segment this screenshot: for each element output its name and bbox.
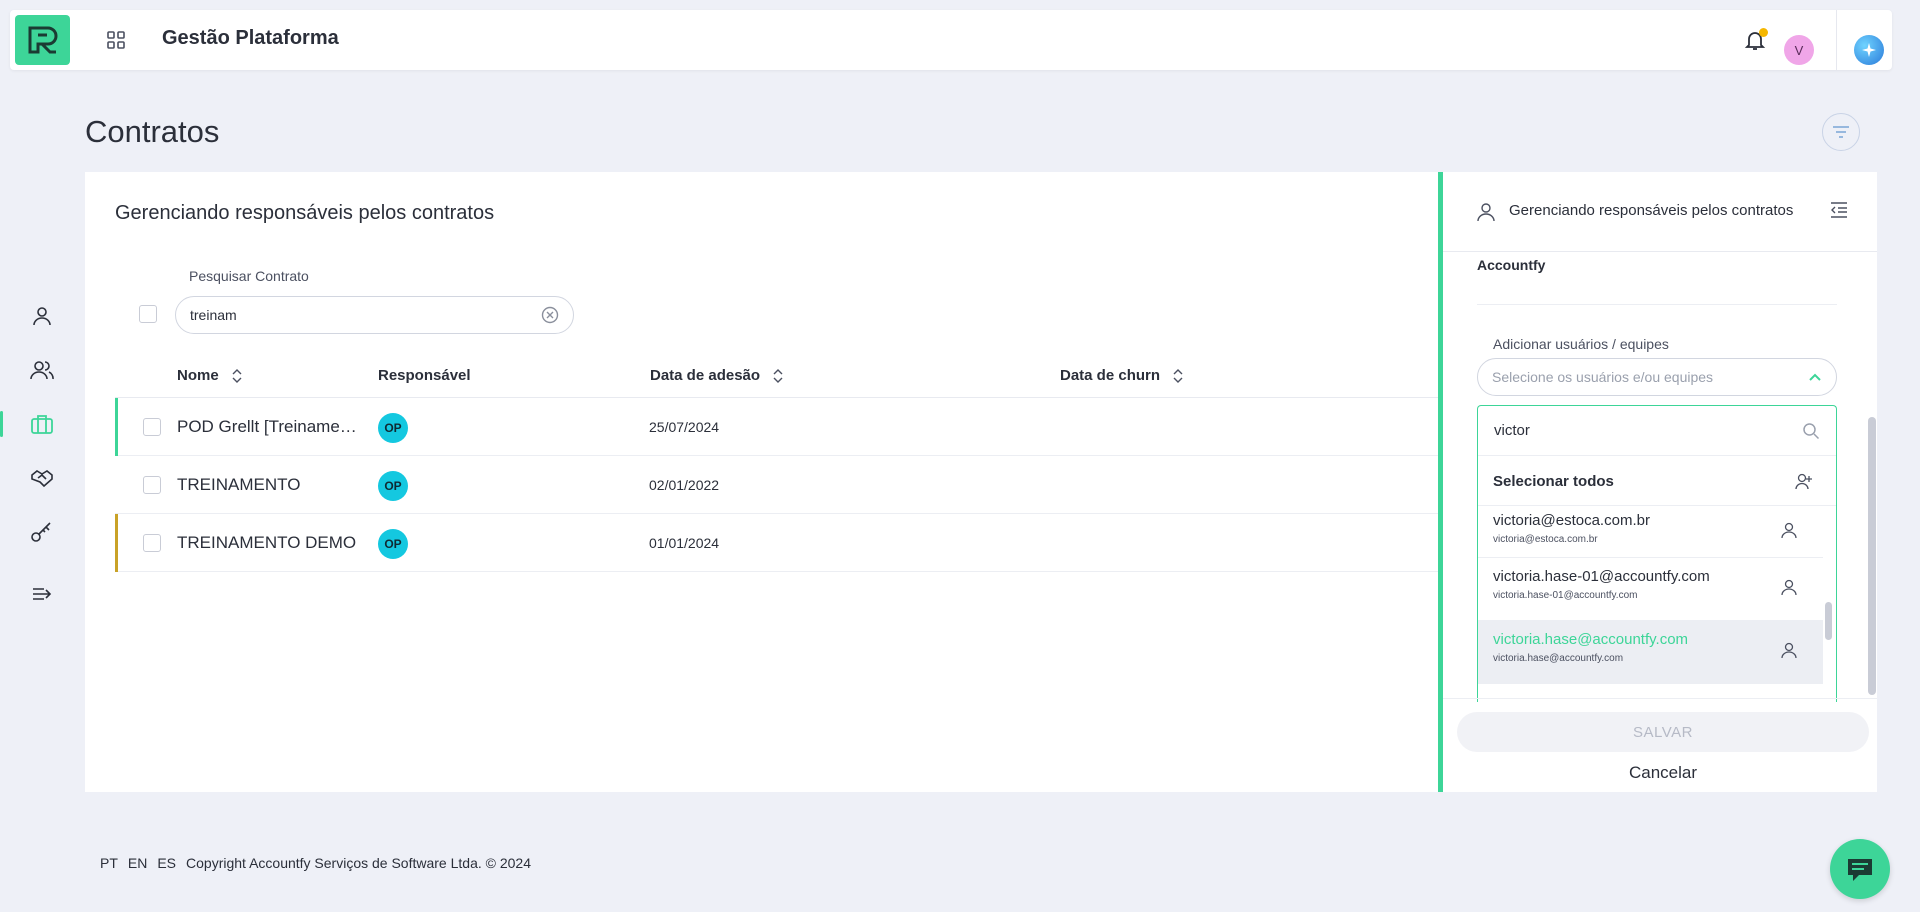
footer: PT EN ES Copyright Accountfy Serviços de… bbox=[100, 855, 531, 871]
user-email-sub: victoria.hase@accountfy.com bbox=[1493, 653, 1624, 664]
search-label: Pesquisar Contrato bbox=[189, 268, 309, 284]
panel-header: Gerenciando responsáveis pelos contratos bbox=[1443, 172, 1877, 252]
select-all-checkbox[interactable] bbox=[139, 305, 157, 323]
column-header-data-churn[interactable]: Data de churn bbox=[1060, 367, 1184, 384]
expand-menu-icon[interactable] bbox=[28, 580, 56, 608]
table-row[interactable]: TREINAMENTO OP 02/01/2022 bbox=[115, 456, 1470, 514]
filter-icon bbox=[1833, 126, 1849, 138]
divider bbox=[1836, 10, 1837, 70]
column-header-label: Data de churn bbox=[1060, 367, 1161, 384]
user-email: victoria.hase-01@accountfy.com bbox=[1493, 568, 1710, 585]
contract-name[interactable]: TREINAMENTO DEMO bbox=[177, 533, 356, 553]
logo-icon[interactable] bbox=[15, 15, 70, 65]
contract-name[interactable]: TREINAMENTO bbox=[177, 475, 300, 495]
lang-en[interactable]: EN bbox=[128, 855, 147, 871]
copyright: Copyright Accountfy Serviços de Software… bbox=[186, 855, 531, 871]
column-header-nome[interactable]: Nome bbox=[177, 367, 243, 384]
collapse-panel-icon[interactable] bbox=[1829, 200, 1849, 220]
select-all-row[interactable]: Selecionar todos bbox=[1478, 456, 1836, 506]
user-icon bbox=[1781, 642, 1797, 659]
user-email: victoria.hase@accountfy.com bbox=[1493, 631, 1689, 648]
cancel-button[interactable]: Cancelar bbox=[1457, 758, 1869, 788]
company-name: Accountfy bbox=[1477, 257, 1546, 273]
user-email: victoria@estoca.com.br bbox=[1493, 512, 1650, 529]
panel-title: Gerenciando responsáveis pelos contratos bbox=[1509, 202, 1794, 219]
row-status-bar bbox=[115, 398, 118, 456]
apps-grid-icon[interactable] bbox=[106, 30, 126, 50]
top-bar: Gestão Plataforma V bbox=[10, 10, 1892, 70]
users-teams-select[interactable]: Selecione os usuários e/ou equipes bbox=[1477, 358, 1837, 396]
chat-button[interactable] bbox=[1830, 839, 1890, 899]
filter-button[interactable] bbox=[1822, 113, 1860, 151]
briefcase-icon[interactable] bbox=[28, 410, 56, 438]
search-icon bbox=[1803, 422, 1820, 439]
page-title: Contratos bbox=[85, 114, 220, 149]
row-checkbox[interactable] bbox=[143, 534, 161, 552]
select-placeholder: Selecione os usuários e/ou equipes bbox=[1492, 369, 1714, 385]
card-title: Gerenciando responsáveis pelos contratos bbox=[115, 202, 495, 224]
ai-sparkle-icon[interactable] bbox=[1854, 35, 1884, 65]
app-title: Gestão Plataforma bbox=[162, 27, 339, 49]
column-header-label: Responsável bbox=[378, 367, 471, 384]
user-avatar[interactable]: V bbox=[1784, 35, 1814, 65]
row-checkbox[interactable] bbox=[143, 418, 161, 436]
select-all-label[interactable]: Selecionar todos bbox=[1493, 473, 1614, 490]
user-icon bbox=[1477, 203, 1495, 222]
dropdown-scrollbar[interactable] bbox=[1825, 602, 1832, 640]
handshake-icon[interactable] bbox=[28, 464, 56, 492]
lang-pt[interactable]: PT bbox=[100, 855, 118, 871]
column-header-label: Data de adesão bbox=[650, 367, 761, 384]
user-email-sub: victoria.hase-01@accountfy.com bbox=[1493, 590, 1638, 601]
clear-search-icon[interactable] bbox=[541, 306, 559, 324]
table-row[interactable]: POD Grellt [Treinamento] OP 25/07/2024 bbox=[115, 398, 1470, 456]
save-button[interactable]: SALVAR bbox=[1457, 712, 1869, 752]
dropdown-search-input[interactable] bbox=[1494, 422, 1802, 439]
notification-dot bbox=[1759, 28, 1768, 37]
sort-icon[interactable] bbox=[772, 368, 784, 384]
column-header-data-adesao[interactable]: Data de adesão bbox=[650, 367, 784, 384]
panel-scrollbar[interactable] bbox=[1868, 417, 1876, 695]
chat-icon bbox=[1848, 859, 1872, 881]
key-icon[interactable] bbox=[28, 518, 56, 546]
add-users-label: Adicionar usuários / equipes bbox=[1493, 336, 1669, 352]
user-icon bbox=[1781, 522, 1797, 539]
user-icon bbox=[1781, 579, 1797, 596]
divider bbox=[1477, 304, 1837, 305]
dropdown-search bbox=[1478, 406, 1836, 456]
contract-search bbox=[175, 296, 574, 334]
data-adesao: 01/01/2024 bbox=[649, 535, 720, 551]
avatar: OP bbox=[378, 471, 408, 501]
chevron-up-icon[interactable] bbox=[1808, 372, 1822, 382]
table-row[interactable]: TREINAMENTO DEMO OP 01/01/2024 bbox=[115, 514, 1470, 572]
avatar: OP bbox=[378, 529, 408, 559]
lang-es[interactable]: ES bbox=[157, 855, 176, 871]
user-email-sub: victoria@estoca.com.br bbox=[1493, 534, 1598, 545]
responsaveis-panel: Gerenciando responsáveis pelos contratos… bbox=[1438, 172, 1877, 792]
row-status-bar bbox=[115, 514, 118, 572]
avatar: OP bbox=[378, 413, 408, 443]
contract-name[interactable]: POD Grellt [Treinamento] bbox=[177, 417, 359, 437]
list-item[interactable]: victoria.hase-01@accountfy.com victoria.… bbox=[1478, 558, 1823, 621]
user-icon[interactable] bbox=[28, 302, 56, 330]
column-header-responsavel: Responsável bbox=[378, 367, 471, 384]
users-dropdown: Selecionar todos victoria@estoca.com.br … bbox=[1477, 405, 1837, 702]
sidebar-active-indicator bbox=[0, 411, 3, 437]
divider bbox=[1443, 698, 1877, 699]
data-adesao: 02/01/2022 bbox=[649, 477, 720, 493]
list-item[interactable]: victoria@estoca.com.br victoria@estoca.c… bbox=[1478, 506, 1823, 558]
row-checkbox[interactable] bbox=[143, 476, 161, 494]
add-user-icon[interactable] bbox=[1795, 472, 1813, 490]
users-icon[interactable] bbox=[28, 356, 56, 384]
sort-icon[interactable] bbox=[231, 368, 243, 384]
contract-search-input[interactable] bbox=[190, 307, 541, 323]
list-item[interactable]: victoria.hase@accountfy.com victoria.has… bbox=[1478, 621, 1823, 684]
sort-icon[interactable] bbox=[1172, 368, 1184, 384]
data-adesao: 25/07/2024 bbox=[649, 419, 720, 435]
column-header-label: Nome bbox=[177, 367, 219, 384]
